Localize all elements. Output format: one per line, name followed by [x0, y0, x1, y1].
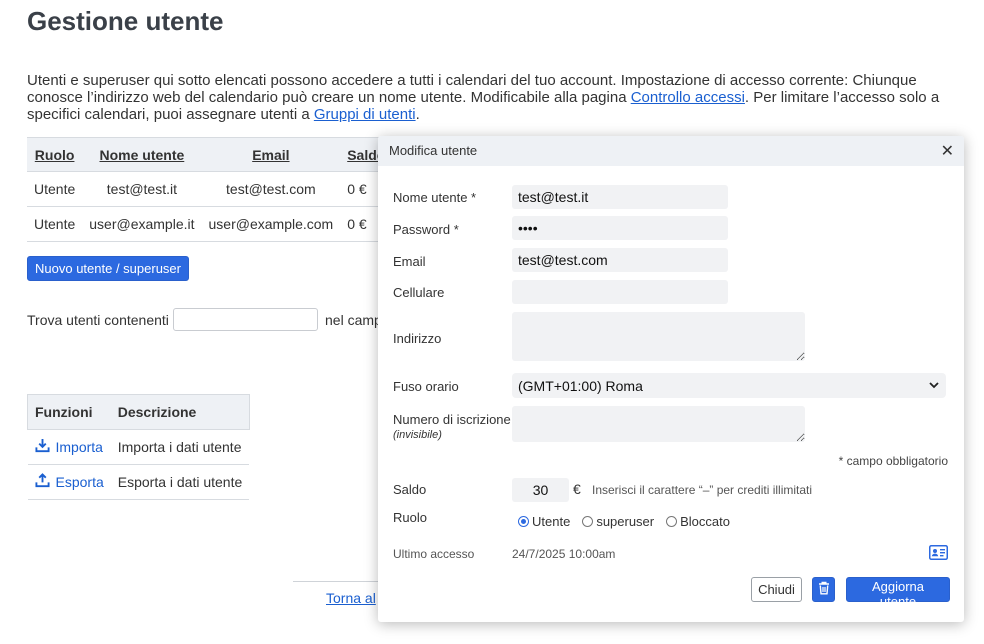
- cell-role: Utente: [27, 171, 83, 207]
- page-title: Gestione utente: [27, 6, 224, 36]
- users-table-header: Ruolo Nome utente Email Saldo: [27, 137, 393, 172]
- username-field[interactable]: [512, 185, 728, 209]
- role-option-user[interactable]: Utente: [518, 514, 570, 529]
- trash-icon: [818, 581, 830, 598]
- last-access-label: Ultimo accesso: [393, 547, 475, 561]
- users-table: Ruolo Nome utente Email Saldo Utente tes…: [27, 137, 393, 242]
- search-input[interactable]: [173, 308, 318, 331]
- registration-label: Numero di iscrizione: [393, 412, 511, 427]
- table-row: Importa Importa i dati utente: [27, 429, 250, 465]
- update-user-button[interactable]: Aggiorna utente: [846, 577, 950, 609]
- registration-sublabel: (invisibile): [393, 429, 442, 441]
- import-link[interactable]: Importa: [34, 438, 103, 456]
- chevron-down-icon: [928, 378, 940, 394]
- column-header-email[interactable]: Email: [201, 137, 341, 172]
- delete-button[interactable]: [812, 577, 835, 602]
- mobile-label: Cellulare: [393, 285, 445, 300]
- back-link[interactable]: Torna al: [326, 590, 376, 606]
- user-groups-link[interactable]: Gruppi di utenti: [314, 106, 416, 123]
- last-access-value: 24/7/2025 10:00am: [512, 547, 616, 561]
- table-row[interactable]: Utente test@test.it test@test.com 0 €: [27, 171, 393, 207]
- close-icon[interactable]: ✕: [941, 141, 954, 161]
- export-label: Esporta: [55, 474, 104, 490]
- role-option-label: superuser: [596, 514, 655, 529]
- cell-email: test@test.com: [201, 171, 341, 207]
- column-header-functions: Funzioni: [26, 394, 111, 430]
- balance-hint: Inserisci il carattere “–” per crediti i…: [592, 483, 813, 497]
- cell-email: user@example.com: [201, 206, 341, 242]
- export-link[interactable]: Esporta: [34, 473, 104, 491]
- role-radio-group: Utente superuser Bloccato: [518, 514, 730, 529]
- registration-field[interactable]: [512, 406, 805, 442]
- role-option-label: Utente: [532, 514, 571, 529]
- role-option-blocked[interactable]: Bloccato: [666, 514, 730, 529]
- new-user-button[interactable]: Nuovo utente / superuser: [27, 256, 189, 281]
- required-note: * campo obbligatorio: [838, 454, 948, 468]
- role-option-superuser[interactable]: superuser: [582, 514, 654, 529]
- intro-part-3: .: [415, 106, 420, 123]
- search-field-label: nel camp: [325, 312, 382, 328]
- timezone-select[interactable]: (GMT+01:00) Roma: [512, 373, 946, 398]
- functions-table: Funzioni Descrizione Importa Importa i d…: [26, 394, 250, 500]
- address-label: Indirizzo: [393, 331, 442, 346]
- edit-user-dialog: Modifica utente ✕ Nome utente * Password…: [378, 136, 964, 622]
- upload-icon: [34, 473, 50, 491]
- cell-description: Esporta i dati utente: [110, 464, 250, 500]
- currency-symbol: €: [573, 481, 581, 497]
- timezone-label: Fuso orario: [393, 379, 459, 394]
- password-label: Password *: [393, 222, 459, 237]
- table-row: Esporta Esporta i dati utente: [27, 464, 250, 500]
- dialog-header: Modifica utente ✕: [378, 136, 964, 166]
- balance-label: Saldo: [393, 482, 427, 497]
- radio-selected[interactable]: [518, 516, 529, 527]
- table-row[interactable]: Utente user@example.it user@example.com …: [27, 206, 393, 242]
- address-field[interactable]: [512, 312, 805, 361]
- access-control-link[interactable]: Controllo accessi: [631, 89, 745, 106]
- radio-unselected[interactable]: [666, 516, 678, 527]
- cell-username: test@test.it: [82, 171, 202, 207]
- timezone-value: (GMT+01:00) Roma: [518, 377, 643, 394]
- close-button[interactable]: Chiudi: [751, 577, 802, 602]
- cell-username: user@example.it: [82, 206, 202, 242]
- column-header-description: Descrizione: [110, 394, 250, 430]
- download-icon: [34, 438, 50, 456]
- column-header-username[interactable]: Nome utente: [82, 137, 202, 172]
- column-header-role[interactable]: Ruolo: [27, 137, 83, 172]
- mobile-field[interactable]: [512, 280, 728, 304]
- intro-text: Utenti e superuser qui sotto elencati po…: [27, 72, 957, 123]
- password-field[interactable]: [512, 216, 728, 240]
- functions-table-header: Funzioni Descrizione: [26, 394, 250, 430]
- cell-description: Importa i dati utente: [110, 429, 250, 465]
- search-label: Trova utenti contenenti: [27, 312, 169, 328]
- role-option-label: Bloccato: [680, 514, 730, 529]
- id-card-icon[interactable]: [929, 545, 948, 565]
- import-label: Importa: [55, 439, 103, 455]
- dialog-title: Modifica utente: [389, 143, 478, 158]
- role-label: Ruolo: [393, 510, 427, 525]
- balance-field[interactable]: [512, 478, 569, 502]
- username-label: Nome utente *: [393, 190, 477, 205]
- cell-role: Utente: [27, 206, 83, 242]
- divider: [293, 581, 383, 582]
- email-field[interactable]: [512, 248, 728, 272]
- radio-unselected[interactable]: [582, 516, 594, 527]
- email-label: Email: [393, 254, 426, 269]
